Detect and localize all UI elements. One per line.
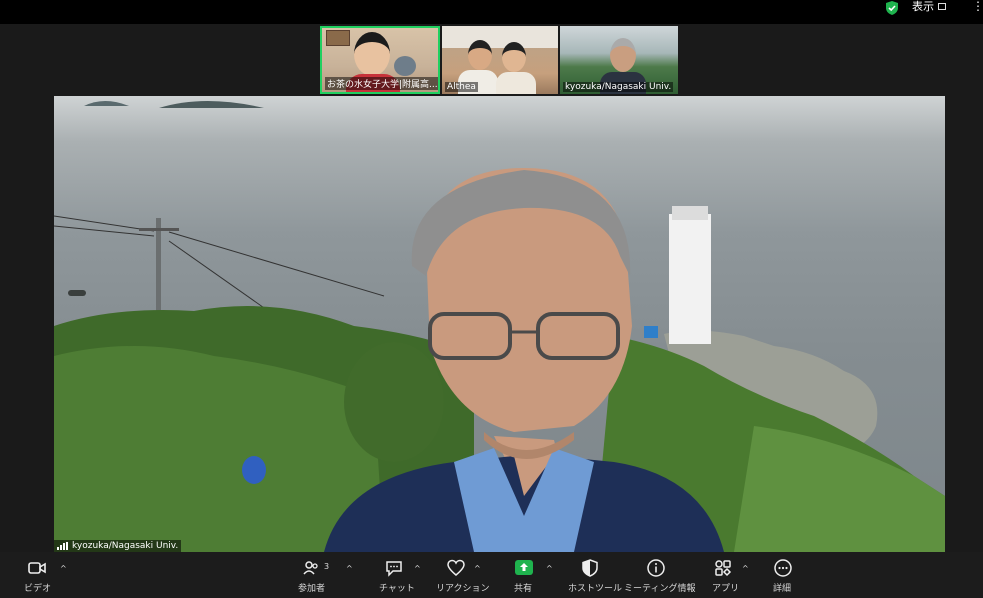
share-options-caret[interactable]: ^ <box>546 564 553 573</box>
apps-options-caret[interactable]: ^ <box>742 564 749 573</box>
active-speaker-name: kyozuka/Nagasaki Univ. <box>72 541 179 551</box>
chat-label: チャット <box>379 584 415 594</box>
video-camera-icon <box>28 562 46 574</box>
participant-tile[interactable]: kyozuka/Nagasaki Univ. <box>560 26 678 94</box>
apps-button[interactable]: アプリ <box>710 552 740 598</box>
participants-icon <box>303 561 318 575</box>
participant-face <box>610 38 636 72</box>
shield-icon <box>582 559 598 577</box>
video-scene <box>54 101 945 552</box>
participant-tile[interactable]: Althea <box>442 26 558 94</box>
participant-thumbnails: お茶の水女子大学|附属高... Althea kyozuka/Nagasaki … <box>320 26 680 94</box>
grid-view-icon[interactable] <box>938 3 946 10</box>
signal-strength-icon <box>57 541 68 550</box>
reactions-label: リアクション <box>436 584 490 594</box>
more-dots-icon[interactable]: ⋮ <box>972 0 983 12</box>
video-button[interactable]: ビデオ <box>20 552 60 598</box>
meeting-toolbar: ビデオ ^ 3 参加者 ^ チャット ^ リアクション ^ 共有 ^ ホストツー… <box>0 552 983 598</box>
share-label: 共有 <box>514 584 533 594</box>
more-button[interactable]: 詳細 <box>771 552 795 598</box>
more-label: 詳細 <box>773 584 792 594</box>
participant-name: Althea <box>445 82 478 92</box>
participant-face <box>502 42 526 72</box>
apps-label: アプリ <box>712 584 740 594</box>
share-screen-icon <box>515 560 533 575</box>
more-dots-icon <box>774 559 792 577</box>
participants-label: 参加者 <box>298 584 326 594</box>
apps-icon <box>715 560 732 577</box>
reactions-button[interactable]: リアクション <box>434 552 490 598</box>
participants-button[interactable]: 3 参加者 <box>293 552 333 598</box>
chat-options-caret[interactable]: ^ <box>414 564 421 573</box>
participant-name: お茶の水女子大学|附属高... <box>325 77 438 90</box>
window-light <box>442 26 558 48</box>
participant-face <box>354 32 390 76</box>
participant-name: kyozuka/Nagasaki Univ. <box>563 82 674 92</box>
heart-icon <box>447 559 465 576</box>
host-tools-label: ホストツール <box>568 584 623 594</box>
chat-button[interactable]: チャット <box>374 552 415 598</box>
participant-face <box>468 40 492 70</box>
security-shield-icon[interactable] <box>884 0 900 16</box>
participants-options-caret[interactable]: ^ <box>346 564 353 573</box>
info-icon <box>647 559 665 577</box>
meeting-info-label: ミーティング情報 <box>624 584 696 594</box>
video-options-caret[interactable]: ^ <box>60 564 67 573</box>
participant-body <box>496 72 536 94</box>
participant-tile[interactable]: お茶の水女子大学|附属高... <box>320 26 440 94</box>
frame-decoration <box>326 30 350 46</box>
top-bar: 表示 ⋮ <box>0 0 983 24</box>
background-object <box>394 56 416 76</box>
host-tools-button[interactable]: ホストツール <box>566 552 622 598</box>
active-speaker-name-tag: kyozuka/Nagasaki Univ. <box>54 540 182 552</box>
reactions-options-caret[interactable]: ^ <box>474 564 481 573</box>
chat-bubble-icon <box>386 561 402 577</box>
video-label: ビデオ <box>24 584 52 594</box>
view-menu-label[interactable]: 表示 <box>912 0 934 14</box>
participant-count: 3 <box>324 562 330 571</box>
active-speaker-video[interactable] <box>54 96 945 552</box>
meeting-info-button[interactable]: ミーティング情報 <box>624 552 695 598</box>
share-button[interactable]: 共有 <box>508 552 540 598</box>
